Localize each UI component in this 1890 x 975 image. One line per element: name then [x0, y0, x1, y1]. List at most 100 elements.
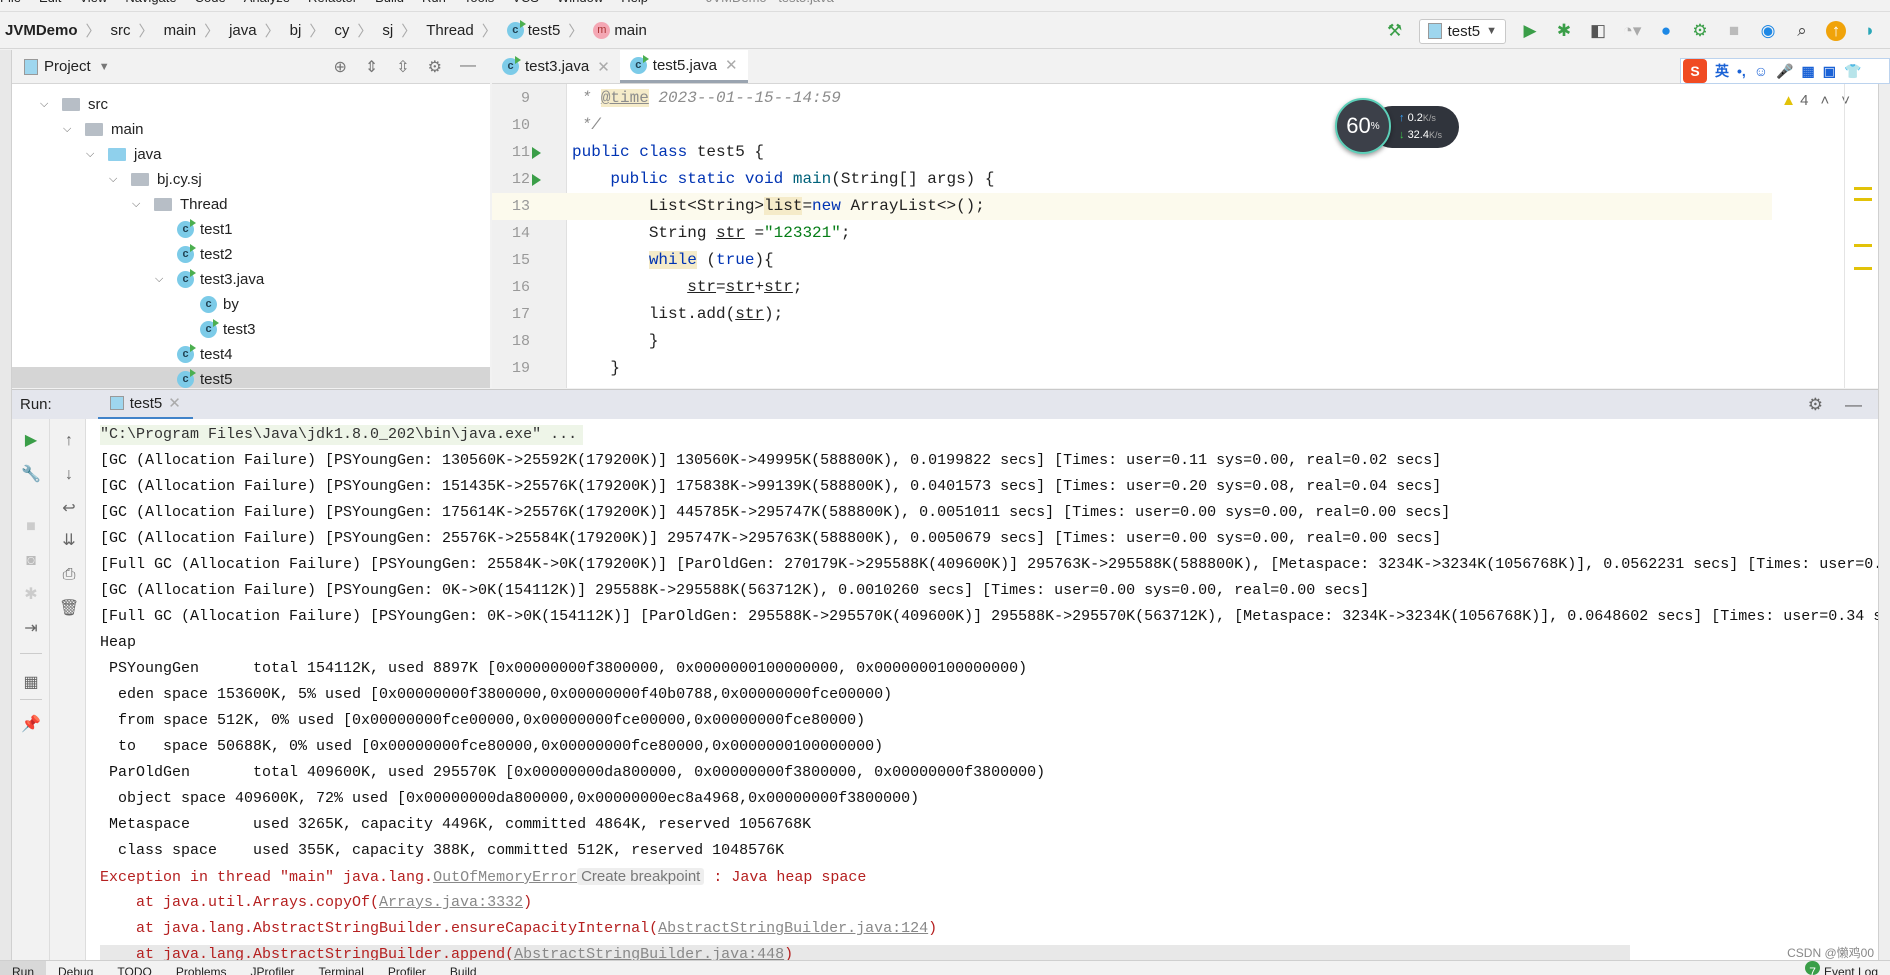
debug-icon[interactable]: ✱ — [1554, 21, 1574, 41]
locate-icon[interactable]: ⊕ — [333, 57, 346, 77]
run-tab-test5[interactable]: test5 ✕ — [97, 390, 193, 420]
source-link[interactable]: AbstractStringBuilder.java:448 — [514, 946, 784, 960]
update-icon[interactable]: ↑ — [1826, 21, 1846, 41]
camera-icon[interactable]: ◙ — [21, 551, 41, 571]
tree-item[interactable]: ⌵ Thread — [12, 192, 490, 217]
pin-icon[interactable]: 📌 — [21, 715, 41, 735]
breadcrumb-item[interactable]: src 〉 — [106, 20, 159, 41]
tool-window-terminal[interactable]: Terminal — [307, 961, 376, 975]
trash-icon[interactable]: 🗑 — [59, 599, 79, 619]
up-arrow-icon[interactable]: ↑ — [59, 431, 79, 451]
breadcrumb-item[interactable]: java 〉 — [224, 20, 285, 41]
tool-window-profiler[interactable]: Profiler — [376, 961, 438, 975]
plugin-icon[interactable]: ◗ — [1860, 21, 1880, 41]
menu-file[interactable]: File — [0, 0, 21, 5]
profile-icon[interactable]: ◔▾ — [1622, 21, 1642, 41]
build-hammer-icon[interactable]: ⚒ — [1385, 21, 1405, 41]
tree-item[interactable]: c test3 — [12, 317, 490, 342]
search-icon[interactable]: ⌕ — [1792, 21, 1812, 41]
right-tool-stripe[interactable] — [1878, 84, 1890, 960]
stop-icon[interactable]: ■ — [1724, 21, 1744, 41]
menu-refactor[interactable]: Refactor — [308, 0, 357, 5]
code-editor[interactable]: ▲ 4 ˄ ˅ 9 * @time 2023--01--15--14:59 10 … — [492, 84, 1890, 388]
stop-icon[interactable]: ■ — [21, 517, 41, 537]
close-icon[interactable]: ✕ — [168, 394, 181, 412]
exit-icon[interactable]: ⇥ — [21, 619, 41, 639]
jprofiler-icon[interactable]: ● — [1656, 21, 1676, 41]
menu-tools[interactable]: Tools — [464, 0, 494, 5]
breadcrumb-item[interactable]: cy 〉 — [329, 20, 377, 41]
menu-analyze[interactable]: Analyze — [244, 0, 290, 5]
menu-code[interactable]: Code — [195, 0, 226, 5]
layout-icon[interactable]: ▦ — [21, 673, 41, 693]
warning-marker[interactable] — [1854, 267, 1872, 270]
project-title[interactable]: Project — [44, 58, 91, 75]
menu-build[interactable]: Build — [375, 0, 404, 5]
warning-marker[interactable] — [1854, 244, 1872, 247]
tree-item[interactable]: ⌵ src — [12, 92, 490, 117]
ime-item-icon[interactable]: ▣ — [1823, 63, 1836, 80]
tree-item[interactable]: c test5 — [12, 367, 490, 388]
menu-view[interactable]: View — [79, 0, 107, 5]
soft-wrap-icon[interactable]: ↩ — [59, 499, 79, 519]
menu-vcs[interactable]: VCS — [512, 0, 539, 5]
minimize-icon[interactable]: — — [460, 57, 476, 77]
warning-marker[interactable] — [1854, 198, 1872, 201]
menu-edit[interactable]: Edit — [39, 0, 61, 5]
collapse-all-icon[interactable]: ⇳ — [396, 57, 409, 77]
tree-item[interactable]: ⌵ c test3.java — [12, 267, 490, 292]
breadcrumb-item[interactable]: sj 〉 — [377, 20, 421, 41]
chevron-down-icon[interactable]: ⌵ — [132, 198, 148, 211]
chevron-down-icon[interactable]: ▼ — [99, 61, 110, 73]
run-gutter-icon[interactable] — [532, 147, 541, 159]
chevron-down-icon[interactable]: ⌵ — [155, 273, 171, 286]
breadcrumb-item[interactable]: main 〉 — [159, 20, 225, 41]
source-link[interactable]: OutOfMemoryError — [433, 869, 577, 886]
ime-item-icon[interactable]: •, — [1737, 63, 1746, 80]
chevron-down-icon[interactable]: ⌵ — [86, 148, 102, 161]
console-output[interactable]: "C:\Program Files\Java\jdk1.8.0_202\bin\… — [86, 419, 1878, 960]
tool-window-problems[interactable]: Problems — [164, 961, 239, 975]
source-link[interactable]: AbstractStringBuilder.java:124 — [658, 920, 928, 937]
coverage-icon[interactable]: ◧ — [1588, 21, 1608, 41]
editor-scrollbar[interactable] — [1844, 84, 1872, 388]
ime-item-icon[interactable]: ☺ — [1754, 63, 1768, 80]
bug-icon[interactable]: ✱ — [21, 585, 41, 605]
inspection-widget[interactable]: ▲ 4 ˄ ˅ — [1781, 92, 1850, 109]
tree-item[interactable]: ⌵ bj.cy.sj — [12, 167, 490, 192]
close-icon[interactable]: ✕ — [725, 56, 738, 74]
wrench-icon[interactable]: 🔧 — [21, 465, 41, 485]
tree-item[interactable]: c test4 — [12, 342, 490, 367]
menu-window[interactable]: Window — [557, 0, 603, 5]
gear-icon[interactable]: ⚙ — [428, 57, 442, 77]
tree-item[interactable]: ⌵ java — [12, 142, 490, 167]
breadcrumb-item[interactable]: Thread 〉 — [421, 20, 502, 41]
chevron-down-icon[interactable]: ⌵ — [63, 123, 79, 136]
chevron-down-icon[interactable]: ⌵ — [109, 173, 125, 186]
left-tool-stripe[interactable] — [0, 50, 12, 960]
create-breakpoint-button[interactable]: Create breakpoint — [577, 868, 705, 885]
tree-item[interactable]: c by — [12, 292, 490, 317]
tool-window-debug[interactable]: Debug — [46, 961, 105, 975]
scroll-to-end-icon[interactable]: ⇊ — [59, 531, 79, 551]
rerun-icon[interactable]: ▶ — [21, 431, 41, 451]
gear-icon[interactable]: ⚙ — [1808, 395, 1823, 415]
run-gutter-icon[interactable] — [532, 174, 541, 186]
breadcrumb-item[interactable]: m main — [588, 22, 652, 39]
ime-item-icon[interactable]: 🎤 — [1776, 63, 1793, 80]
minimize-icon[interactable]: — — [1845, 395, 1862, 415]
menu-run[interactable]: Run — [422, 0, 446, 5]
run-configuration-select[interactable]: test5 ▼ — [1418, 18, 1506, 44]
attach-debugger-icon[interactable]: ⚙ — [1690, 21, 1710, 41]
editor-tab[interactable]: c test5.java ✕ — [619, 50, 748, 83]
menu-navigate[interactable]: Navigate — [125, 0, 176, 5]
breadcrumb-item[interactable]: c test5 〉 — [502, 20, 589, 41]
previous-highlight-icon[interactable]: ˄ — [1820, 92, 1829, 109]
tool-window-todo[interactable]: TODO — [105, 961, 163, 975]
editor-tab[interactable]: c test3.java ✕ — [492, 50, 620, 83]
breadcrumb-item[interactable]: JVMDemo 〉 — [0, 20, 106, 41]
source-link[interactable]: Arrays.java:3332 — [379, 894, 523, 911]
print-icon[interactable]: ⎙ — [59, 565, 79, 585]
ime-mode[interactable]: 英 — [1715, 61, 1729, 81]
close-icon[interactable]: ✕ — [597, 58, 610, 76]
